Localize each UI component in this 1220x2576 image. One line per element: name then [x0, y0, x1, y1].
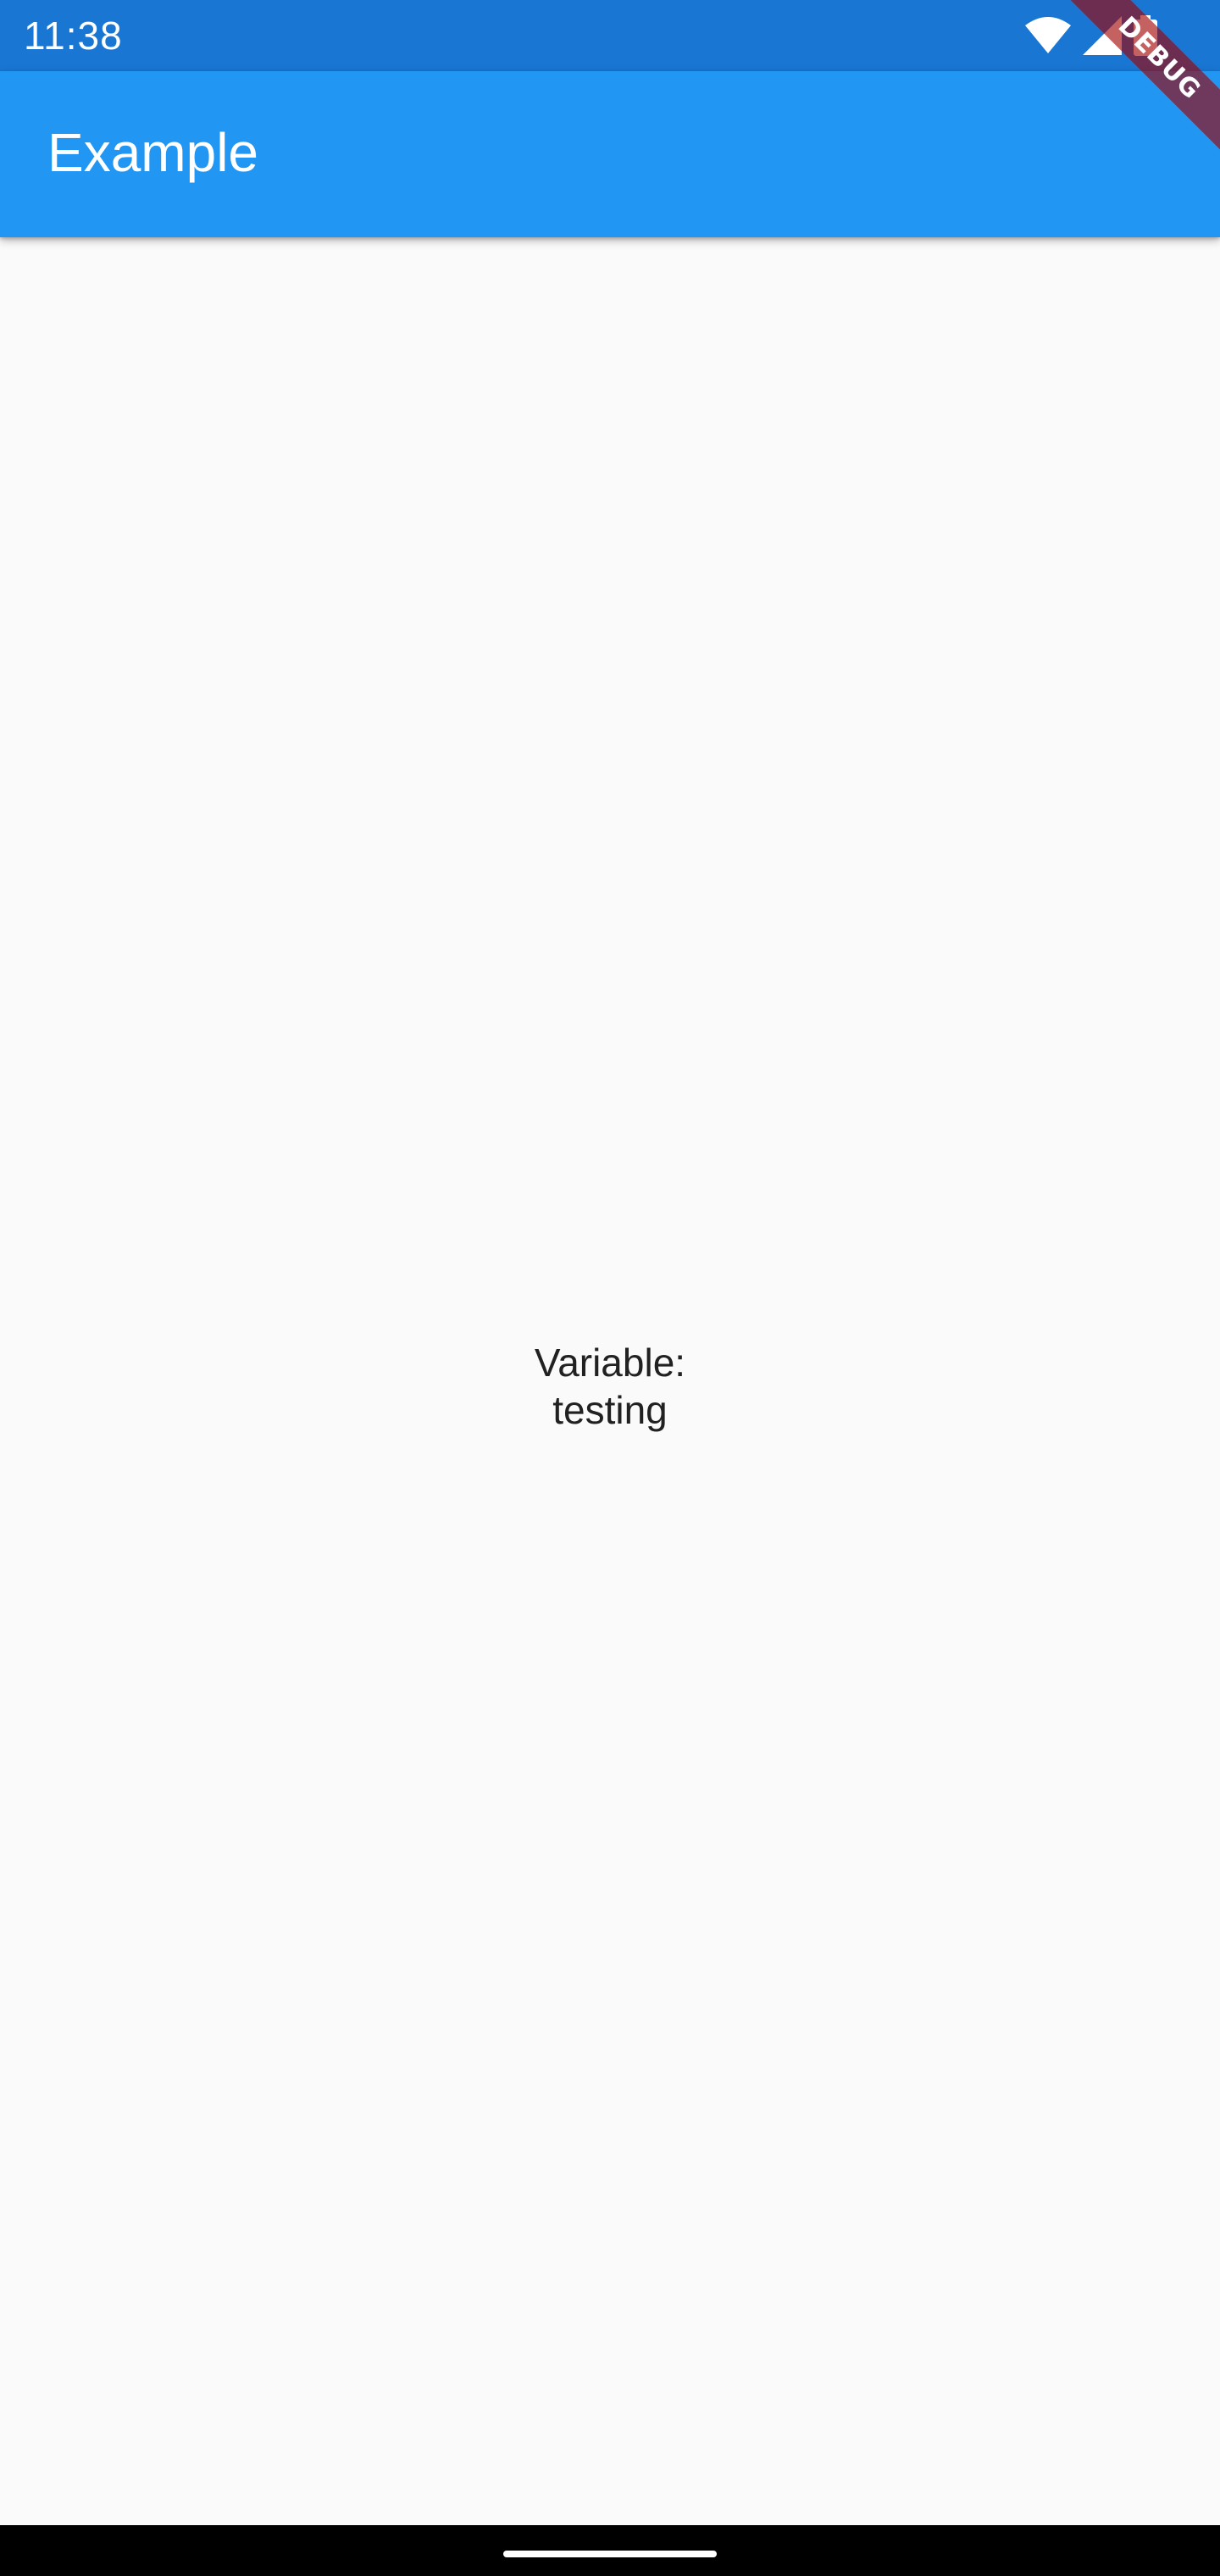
page-title: Example	[47, 122, 258, 183]
variable-value: testing	[552, 1388, 668, 1432]
variable-display: Variable: testing	[0, 1339, 1220, 1434]
battery-icon	[1134, 15, 1157, 56]
status-icons	[1025, 14, 1157, 58]
status-bar: 11:38	[0, 0, 1220, 71]
cellular-signal-icon	[1083, 16, 1122, 55]
app-screen: 11:38 Example DEBUG Variable: testing	[0, 0, 1220, 2576]
home-gesture-handle[interactable]	[503, 2551, 717, 2557]
status-time: 11:38	[24, 14, 123, 58]
wifi-icon	[1025, 17, 1071, 54]
main-content: Variable: testing	[0, 237, 1220, 2525]
system-navigation-bar	[0, 2525, 1220, 2576]
variable-label: Variable:	[534, 1341, 686, 1385]
app-bar: Example	[0, 71, 1220, 237]
